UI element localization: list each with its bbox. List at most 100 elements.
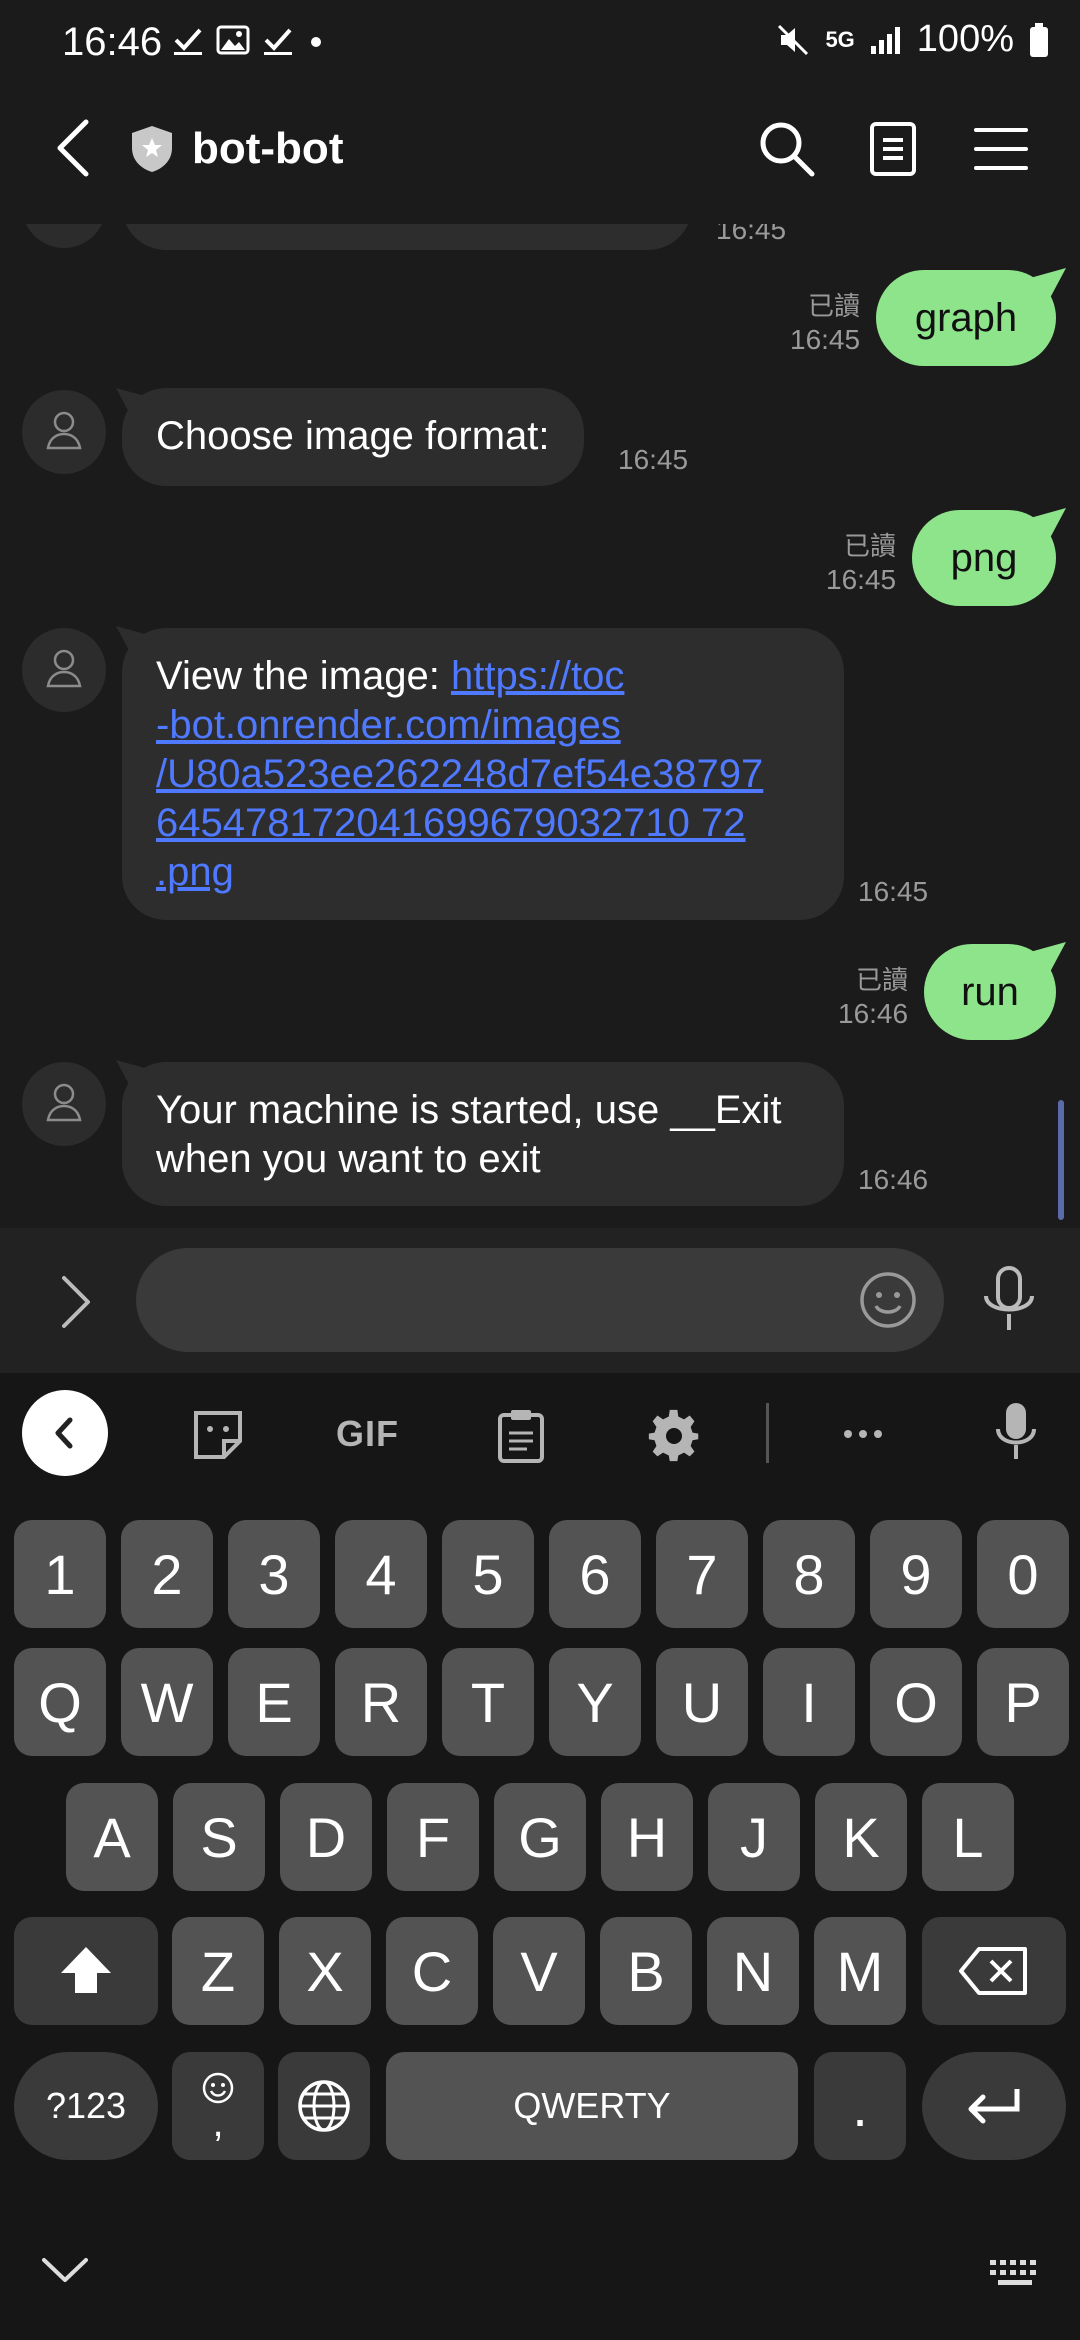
chevron-right-icon[interactable] xyxy=(50,1272,100,1332)
message-bubble-incoming[interactable]: Choose image format: xyxy=(122,388,584,486)
avatar[interactable] xyxy=(22,390,106,474)
number-key[interactable]: 4 xyxy=(335,1520,427,1628)
space-key[interactable]: QWERTY xyxy=(386,2052,798,2160)
clipboard-icon[interactable] xyxy=(494,1407,548,1465)
letter-key[interactable]: G xyxy=(494,1783,586,1891)
letter-key[interactable]: F xyxy=(387,1783,479,1891)
person-icon xyxy=(46,649,82,688)
letter-key[interactable]: V xyxy=(493,1917,585,2025)
message-bubble-outgoing[interactable]: graph xyxy=(876,270,1056,366)
scrollbar[interactable] xyxy=(1058,1100,1064,1220)
letter-key[interactable]: A xyxy=(66,1783,158,1891)
notes-icon[interactable] xyxy=(862,118,924,180)
message-time: 16:45 xyxy=(716,224,787,245)
letter-key[interactable]: W xyxy=(121,1648,213,1756)
status-bar: 16:46 5G 100% xyxy=(0,0,1080,74)
shift-icon xyxy=(61,1947,111,1993)
sticker-icon[interactable] xyxy=(190,1407,246,1461)
link-line[interactable]: 645478172041699679032710 72 xyxy=(156,801,746,845)
read-receipt: 已讀 xyxy=(855,965,908,995)
voice-input-icon[interactable] xyxy=(994,1401,1038,1463)
number-key[interactable]: 7 xyxy=(656,1520,748,1628)
letter-key[interactable]: I xyxy=(763,1648,855,1756)
message-input[interactable] xyxy=(136,1248,944,1352)
comma-key[interactable]: , xyxy=(172,2052,264,2160)
letter-key[interactable]: C xyxy=(386,1917,478,2025)
bubble-tail xyxy=(1030,268,1066,298)
symbols-key[interactable]: ?123 xyxy=(14,2052,158,2160)
emoji-icon xyxy=(202,2072,234,2104)
letter-key[interactable]: R xyxy=(335,1648,427,1756)
backspace-key[interactable] xyxy=(922,1917,1066,2025)
letter-key[interactable]: L xyxy=(922,1783,1014,1891)
period-key[interactable]: . xyxy=(814,2052,906,2160)
number-key[interactable]: 5 xyxy=(442,1520,534,1628)
letter-key[interactable]: Q xyxy=(14,1648,106,1756)
microphone-icon[interactable] xyxy=(976,1264,1042,1336)
message-bubble-incoming[interactable]: View the image: https://toc -bot.onrender… xyxy=(122,628,844,920)
chat-area[interactable]: 16:45 已讀 16:45 graph Choose image format… xyxy=(0,224,1080,1228)
message-line: Your machine is started, use __Exit xyxy=(156,1088,782,1132)
letter-key[interactable]: N xyxy=(707,1917,799,2025)
gif-button[interactable]: GIF xyxy=(336,1413,399,1455)
language-key[interactable] xyxy=(278,2052,370,2160)
keyboard-back-button[interactable] xyxy=(22,1390,108,1476)
battery-icon xyxy=(1030,22,1048,57)
number-key[interactable]: 2 xyxy=(121,1520,213,1628)
more-icon[interactable] xyxy=(838,1407,888,1461)
menu-icon[interactable] xyxy=(970,118,1032,180)
shield-icon xyxy=(132,126,172,172)
letter-key[interactable]: U xyxy=(656,1648,748,1756)
avatar[interactable] xyxy=(22,1062,106,1146)
letter-key[interactable]: Y xyxy=(549,1648,641,1756)
enter-icon xyxy=(968,2089,1020,2124)
status-right: 5G 100% xyxy=(775,18,1050,61)
emoji-icon[interactable] xyxy=(858,1270,918,1330)
number-key[interactable]: 3 xyxy=(228,1520,320,1628)
link-line[interactable]: -bot.onrender.com/images xyxy=(156,703,621,747)
avatar[interactable] xyxy=(22,224,106,248)
letter-key[interactable]: M xyxy=(814,1917,906,2025)
letter-key[interactable]: P xyxy=(977,1648,1069,1756)
letter-key[interactable]: Z xyxy=(172,1917,264,2025)
avatar[interactable] xyxy=(22,628,106,712)
notification-icons xyxy=(172,24,326,56)
link-line[interactable]: https://toc xyxy=(451,654,624,698)
chat-header: bot-bot xyxy=(0,74,1080,224)
read-receipt: 已讀 xyxy=(807,291,860,321)
network-type: 5G xyxy=(825,26,855,52)
chevron-left-icon xyxy=(55,1417,73,1449)
message-time: 16:45 xyxy=(618,444,689,475)
message-time: 16:46 xyxy=(838,998,909,1029)
hide-keyboard-icon[interactable] xyxy=(38,2250,92,2290)
number-key[interactable]: 1 xyxy=(14,1520,106,1628)
person-icon xyxy=(46,411,82,450)
number-key[interactable]: 0 xyxy=(977,1520,1069,1628)
number-key[interactable]: 6 xyxy=(549,1520,641,1628)
letter-key[interactable]: X xyxy=(279,1917,371,2025)
message-text: View the image: xyxy=(156,654,451,698)
enter-key[interactable] xyxy=(922,2052,1066,2160)
number-key[interactable]: 9 xyxy=(870,1520,962,1628)
number-key[interactable]: 8 xyxy=(763,1520,855,1628)
message-bubble-incoming[interactable]: Your machine is started, use __Exit when … xyxy=(122,1062,844,1206)
shift-key[interactable] xyxy=(14,1917,158,2025)
letter-key[interactable]: D xyxy=(280,1783,372,1891)
toolbar-divider xyxy=(766,1403,769,1463)
letter-key[interactable]: E xyxy=(228,1648,320,1756)
search-icon[interactable] xyxy=(756,118,818,180)
link-line[interactable]: .png xyxy=(156,850,234,894)
bubble-tail xyxy=(1030,508,1066,538)
letter-key[interactable]: J xyxy=(708,1783,800,1891)
letter-key[interactable]: O xyxy=(870,1648,962,1756)
link-line[interactable]: /U80a523ee262248d7ef54e38797 xyxy=(156,752,763,796)
back-icon[interactable] xyxy=(50,116,100,180)
letter-key[interactable]: B xyxy=(600,1917,692,2025)
letter-key[interactable]: H xyxy=(601,1783,693,1891)
letter-key[interactable]: S xyxy=(173,1783,265,1891)
keyboard-switch-icon[interactable] xyxy=(988,2258,1042,2290)
letter-key[interactable]: K xyxy=(815,1783,907,1891)
settings-gear-icon[interactable] xyxy=(646,1407,702,1463)
letter-key[interactable]: T xyxy=(442,1648,534,1756)
message-time: 16:45 xyxy=(858,876,929,907)
